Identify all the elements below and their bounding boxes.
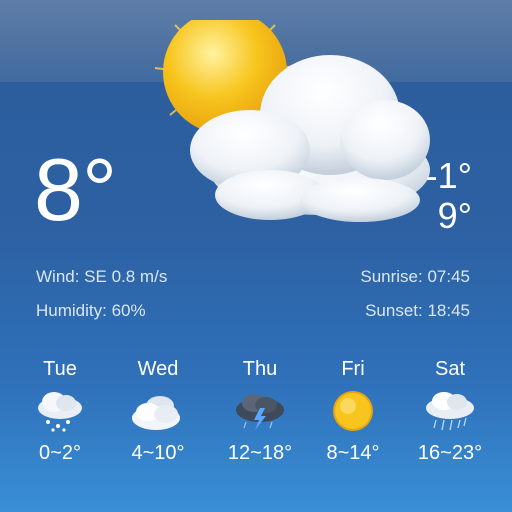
thunderstorm-icon	[236, 394, 284, 430]
forecast-day-name: Thu	[242, 358, 278, 380]
forecast-day-name: Wed	[137, 358, 179, 380]
cloudy-icon	[132, 396, 180, 430]
sunset-info: Sunset: 18:45	[365, 301, 470, 320]
forecast-range: 8~14°	[326, 442, 380, 464]
wind-info: Wind: SE 0.8 m/s	[36, 267, 168, 286]
forecast-range: 16~23°	[417, 442, 483, 464]
low-temperature: -1°	[425, 155, 472, 196]
high-temperature: 9°	[437, 195, 472, 236]
forecast-strip: Tue 0~2° Wed 4~10° Thu 12~18° Fri 8~14° …	[0, 356, 512, 476]
forecast-day-name: Fri	[341, 358, 365, 380]
sunny-icon	[333, 391, 373, 431]
rain-cloud-icon	[426, 392, 474, 431]
details-right: Sunrise: 07:45 Sunset: 18:45	[360, 264, 470, 332]
details-left: Wind: SE 0.8 m/s Humidity: 60%	[36, 264, 167, 332]
current-temperature: 8°	[34, 140, 117, 239]
forecast-range: 0~2°	[39, 442, 81, 464]
forecast-day-tue[interactable]: Tue 0~2°	[10, 356, 110, 468]
snow-cloud-icon	[38, 392, 82, 432]
sunrise-info: Sunrise: 07:45	[360, 267, 470, 286]
forecast-day-sat[interactable]: Sat 16~23°	[400, 356, 500, 468]
forecast-day-wed[interactable]: Wed 4~10°	[108, 356, 208, 468]
forecast-day-name: Tue	[43, 358, 77, 380]
humidity-info: Humidity: 60%	[36, 301, 146, 320]
forecast-range: 12~18°	[227, 442, 293, 464]
forecast-day-fri[interactable]: Fri 8~14°	[303, 356, 403, 468]
partly-cloudy-icon	[154, 20, 430, 222]
forecast-day-name: Sat	[434, 358, 466, 380]
today-temperature-range: -1° 9°	[426, 156, 472, 236]
forecast-range: 4~10°	[131, 442, 185, 464]
forecast-day-thu[interactable]: Thu 12~18°	[210, 356, 310, 468]
